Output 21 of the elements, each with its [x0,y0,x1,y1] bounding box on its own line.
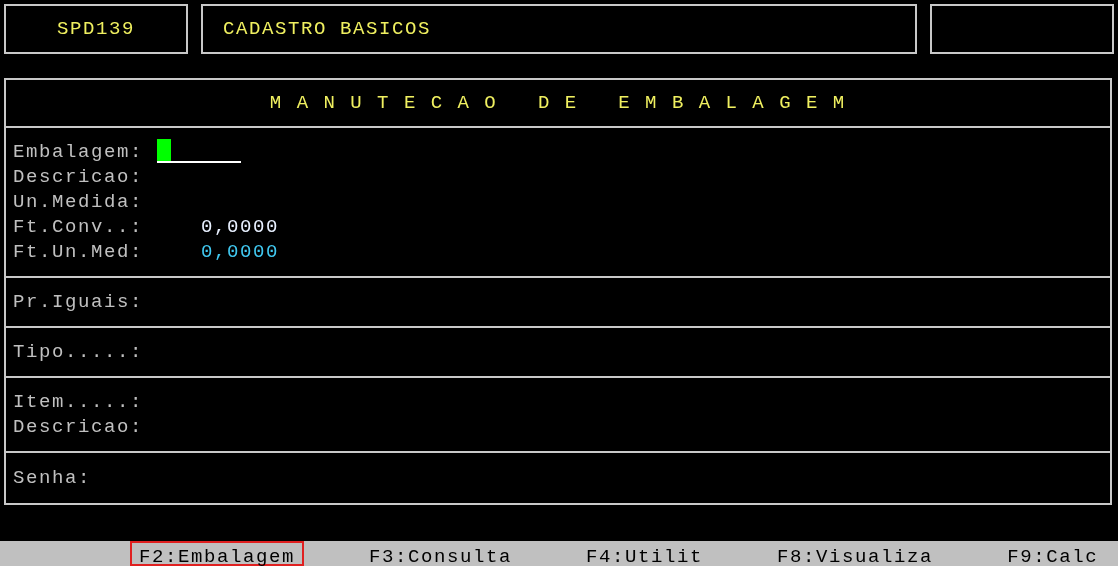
field-label: Pr.Iguais: [13,289,144,315]
module-title-box: CADASTRO BASICOS [201,4,917,54]
field-label: Descricao: [13,414,144,440]
form-title: M A N U T E C A O D E E M B A L A G E M [269,90,847,116]
field-value: 0,0000 [201,239,280,265]
field-label: Ft.Conv..: [13,214,144,240]
function-key[interactable]: F8:Visualiza [768,541,943,566]
field-label: Ft.Un.Med: [13,239,144,265]
function-key[interactable]: F3:Consulta [360,541,522,566]
field-label: Un.Medida: [13,189,144,215]
field-label: Item.....: [13,389,144,415]
function-key[interactable]: F2:Embalagem [130,541,305,566]
field-label: Senha: [13,465,91,491]
field-value: 0,0000 [201,214,280,240]
function-key[interactable]: F4:Utilit [577,541,713,566]
field-label: Tipo.....: [13,339,144,365]
program-code-box: SPD139 [4,4,188,54]
function-key[interactable]: F9:Calc [998,541,1108,566]
field-label: Embalagem: [13,139,144,165]
field-label: Descricao: [13,164,144,190]
input-field[interactable] [157,141,242,163]
